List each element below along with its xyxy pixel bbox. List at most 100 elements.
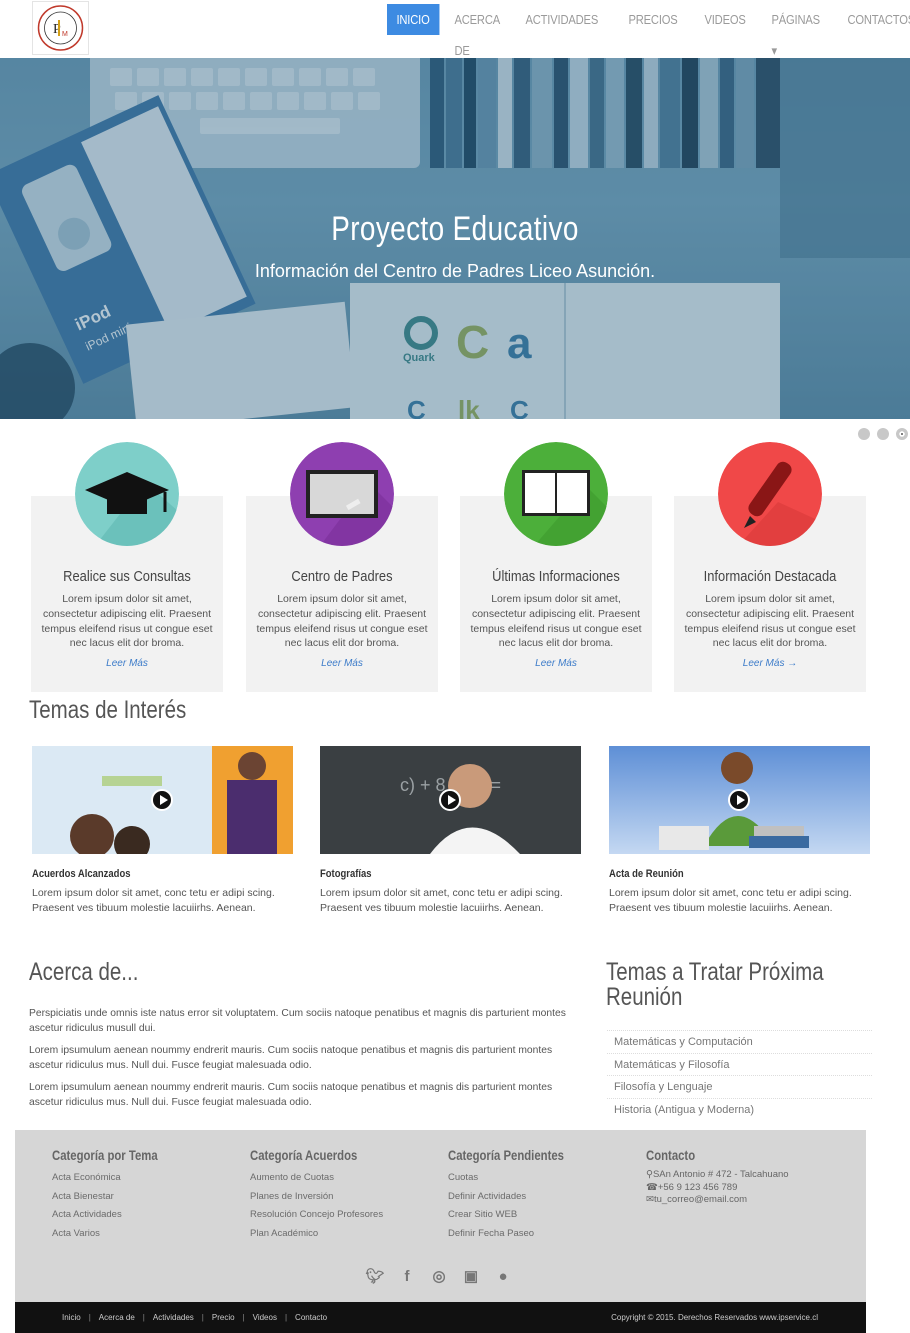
video-text: Lorem ipsum dolor sit amet, conc tetu er… (32, 887, 275, 914)
contact-address: ⚲SAn Antonio # 472 - Talcahuano (646, 1169, 789, 1180)
video-card: Acta de Reunión Lorem ipsum dolor sit am… (609, 746, 870, 916)
open-book-icon (504, 442, 608, 546)
section-title-temas-reunion-2: Reunión (606, 983, 683, 1011)
hero-subtitle: Información del Centro de Padres Liceo A… (254, 261, 656, 281)
footer-link[interactable]: Plan Académico (250, 1225, 383, 1244)
footer-column-tema: Categoría por Tema Acta Económica Acta B… (52, 1148, 178, 1243)
bottom-nav: Inicio | Acerca de | Actividades | Precio | … (58, 1313, 331, 1322)
bottom-link-acerca[interactable]: Acerca de (95, 1313, 139, 1322)
feature-card-informaciones: Últimas Informaciones Lorem ipsum dolor … (460, 442, 652, 692)
footer-link[interactable]: Acta Bienestar (52, 1188, 178, 1207)
footer-link[interactable]: Acta Actividades (52, 1206, 178, 1225)
video-title[interactable]: Acuerdos Alcanzados (32, 868, 256, 880)
footer-column-pendientes: Categoría Pendientes Cuotas Definir Acti… (448, 1148, 586, 1243)
feature-title: Información Destacada (703, 568, 837, 585)
footer-link[interactable]: Aumento de Cuotas (250, 1169, 383, 1188)
video-title[interactable]: Acta de Reunión (609, 868, 833, 880)
play-icon[interactable] (439, 789, 461, 811)
feature-card-centro-padres: Centro de Padres Lorem ipsum dolor sit a… (246, 442, 438, 692)
about-paragraph: Lorem ipsumulum aenean noummy endrerit m… (29, 1045, 553, 1071)
footer-link[interactable]: Acta Económica (52, 1169, 178, 1188)
slide-dot-2[interactable] (877, 428, 889, 440)
read-more-link[interactable]: Leer Más → (674, 658, 866, 669)
envelope-icon: ✉ (646, 1194, 654, 1205)
footer-link[interactable]: Crear Sitio WEB (448, 1206, 586, 1225)
hero-slider: iPod iPod mini Quark C a C lk C Proyecto… (0, 58, 910, 419)
video-thumbnail[interactable] (32, 746, 293, 854)
twitter-icon[interactable]: 🐦︎ (365, 1267, 385, 1287)
map-marker-icon: ⚲ (646, 1169, 653, 1180)
footer-link[interactable]: Definir Actividades (448, 1188, 586, 1207)
video-title[interactable]: Fotografías (320, 868, 544, 880)
social-links: 🐦︎ f ◎ ▣ ● (365, 1267, 513, 1287)
slider-pagination (858, 428, 908, 440)
footer-column-title: Categoría Acuerdos (250, 1148, 358, 1163)
facebook-icon[interactable]: f (397, 1267, 417, 1287)
video-text: Lorem ipsum dolor sit amet, conc tetu er… (609, 887, 852, 914)
hero-title: Proyecto Educativo (331, 210, 579, 248)
nav-inicio[interactable]: Inicio (387, 4, 440, 35)
bottom-link-precio[interactable]: Precio (208, 1313, 239, 1322)
footer-link[interactable]: Acta Varios (52, 1225, 178, 1244)
phone-icon: ☎ (646, 1181, 658, 1193)
read-more-link[interactable]: Leer Más (246, 658, 438, 669)
section-title-acerca: Acerca de... (29, 958, 139, 986)
contact-email[interactable]: ✉tu_correo@email.com (646, 1194, 789, 1207)
feature-title: Últimas Informaciones (492, 568, 620, 585)
feature-title: Realice sus Consultas (63, 568, 191, 585)
footer-column-acuerdos: Categoría Acuerdos Aumento de Cuotas Pla… (250, 1148, 383, 1243)
topic-item[interactable]: Matemáticas y Filosofía (607, 1052, 872, 1076)
pen-icon (718, 442, 822, 546)
whiteboard-icon (290, 442, 394, 546)
feature-card-destacada: Información Destacada Lorem ipsum dolor … (674, 442, 866, 692)
video-thumbnail[interactable]: c) + 8 9 01 = (320, 746, 581, 854)
nav-contactos[interactable]: Contactos (838, 4, 910, 35)
play-icon[interactable] (728, 789, 750, 811)
read-more-link[interactable]: Leer Más (31, 658, 223, 669)
footer-link[interactable]: Cuotas (448, 1169, 586, 1188)
video-card: Acuerdos Alcanzados Lorem ipsum dolor si… (32, 746, 293, 916)
nav-precios[interactable]: Precios (619, 4, 687, 35)
logo[interactable]: P M (32, 1, 89, 55)
github-icon[interactable]: ● (493, 1267, 513, 1287)
video-thumbnail[interactable] (609, 746, 870, 854)
video-text: Lorem ipsum dolor sit amet, conc tetu er… (320, 887, 563, 914)
about-paragraph: Perspiciatis unde omnis iste natus error… (29, 1008, 566, 1034)
footer-column-title: Categoría por Tema (52, 1148, 158, 1163)
footer-link[interactable]: Definir Fecha Paseo (448, 1225, 586, 1244)
slide-dot-1[interactable] (858, 428, 870, 440)
slide-dot-3-active[interactable] (896, 428, 908, 440)
footer-link[interactable]: Resolución Concejo Profesores (250, 1206, 383, 1225)
feature-text: Lorem ipsum dolor sit amet, consectetur … (256, 593, 428, 650)
svg-text:M: M (62, 31, 68, 38)
bottom-link-inicio[interactable]: Inicio (58, 1313, 85, 1322)
bottom-link-actividades[interactable]: Actividades (149, 1313, 198, 1322)
read-more-link[interactable]: Leer Más (460, 658, 652, 669)
footer-column-contacto: Contacto ⚲SAn Antonio # 472 - Talcahuano… (646, 1148, 789, 1207)
bottom-link-contacto[interactable]: Contacto (291, 1313, 331, 1322)
nav-paginas-dropdown[interactable]: Páginas ▾ (762, 4, 829, 58)
feature-title: Centro de Padres (291, 568, 393, 585)
play-icon[interactable] (151, 789, 173, 811)
topic-item[interactable]: Filosofía y Lenguaje (607, 1075, 872, 1098)
copyright: Copyright © 2015. Derechos Reservados ww… (611, 1313, 818, 1322)
contact-phone: ☎+56 9 123 456 789 (646, 1181, 738, 1193)
navbar: P M Inicio Acerca de Actividades Precios… (0, 0, 910, 58)
footer-column-title: Contacto (646, 1148, 696, 1163)
flickr-icon[interactable]: ▣ (461, 1267, 481, 1287)
nav-videos[interactable]: Videos (695, 4, 755, 35)
feature-text: Lorem ipsum dolor sit amet, consectetur … (41, 593, 213, 650)
dribbble-icon[interactable]: ◎ (429, 1267, 449, 1287)
footer-link[interactable]: Planes de Inversión (250, 1188, 383, 1207)
topic-item[interactable]: Historia (Antigua y Moderna) (607, 1097, 872, 1121)
feature-text: Lorem ipsum dolor sit amet, consectetur … (684, 593, 856, 650)
nav-acerca-de[interactable]: Acerca de (445, 4, 509, 58)
graduation-cap-icon (75, 442, 179, 546)
footer-column-title: Categoría Pendientes (448, 1148, 564, 1163)
bottom-bar: Inicio | Acerca de | Actividades | Precio | … (15, 1302, 866, 1333)
feature-card-consultas: Realice sus Consultas Lorem ipsum dolor … (31, 442, 223, 692)
topic-item[interactable]: Matemáticas y Computación (607, 1030, 872, 1053)
footer: Categoría por Tema Acta Económica Acta B… (15, 1130, 866, 1302)
nav-actividades[interactable]: Actividades (516, 4, 608, 35)
bottom-link-videos[interactable]: Videos (249, 1313, 281, 1322)
